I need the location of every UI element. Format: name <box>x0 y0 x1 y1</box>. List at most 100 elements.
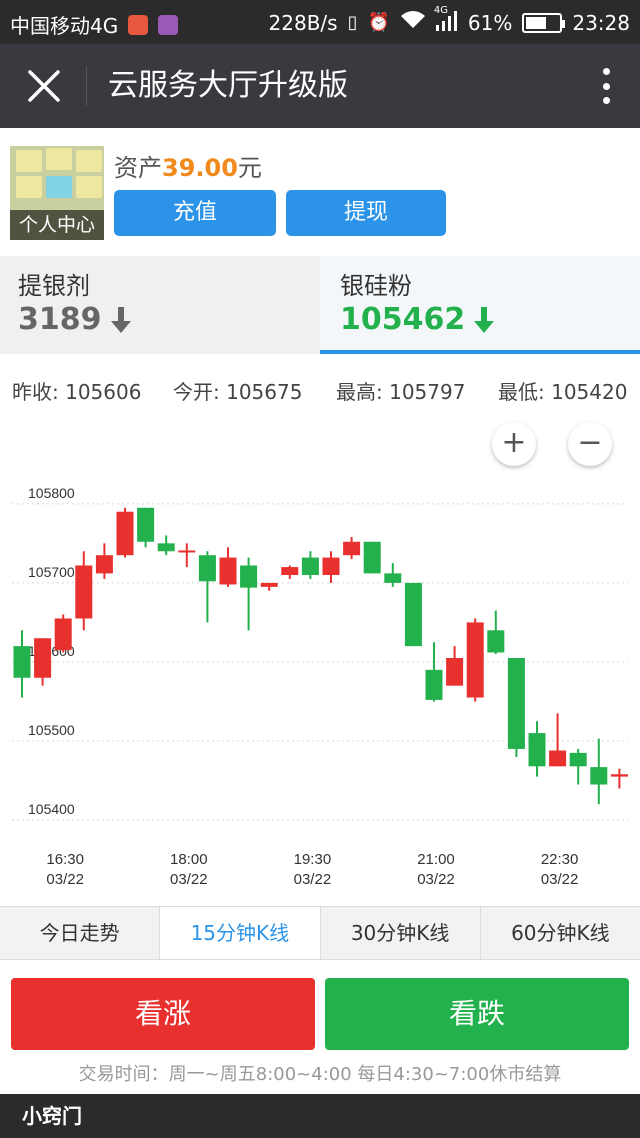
price-stats: 昨收: 105606 今开: 105675 最高: 105797 最低: 105… <box>0 354 640 418</box>
stat-prev-close: 昨收: 105606 <box>12 380 142 404</box>
stat-low: 最低: 105420 <box>498 380 628 404</box>
zoom-out-button[interactable]: − <box>568 422 612 466</box>
zoom-in-button[interactable]: + <box>492 422 536 466</box>
x-tick-time: 22:30 <box>541 851 579 868</box>
candle-body <box>446 658 464 686</box>
candle-body <box>322 557 340 575</box>
candle-body <box>137 507 155 542</box>
status-bar: 中国移动4G 228B/s ▯ ⏰ 4G 61% 23:28 <box>0 0 640 44</box>
asset-unit: 元 <box>237 154 262 182</box>
mail-notification-icon <box>128 14 149 35</box>
candle-body <box>466 622 484 698</box>
x-tick-time: 19:30 <box>294 851 332 868</box>
vibrate-icon: ▯ <box>347 11 358 33</box>
clock: 23:28 <box>572 10 630 35</box>
candle-body <box>569 752 587 767</box>
battery-icon <box>522 12 566 33</box>
avatar-sticky-note <box>76 150 102 172</box>
avatar-caption: 个人中心 <box>10 210 104 240</box>
candle-body <box>34 638 52 678</box>
y-tick-label: 105400 <box>28 801 75 817</box>
product-price: 3189 <box>18 302 132 337</box>
candle-body <box>157 543 175 552</box>
kline-svg: 10580010570010560010550010540016:3003/22… <box>12 485 628 888</box>
title-divider <box>86 66 87 106</box>
brand-label: 小窍门 <box>22 1104 82 1128</box>
product-name: 银硅粉 <box>340 272 412 300</box>
buy-up-button[interactable]: 看涨 <box>11 978 315 1050</box>
y-tick-label: 105800 <box>28 485 75 501</box>
x-tick-date: 03/22 <box>46 871 84 888</box>
x-tick-time: 18:00 <box>170 851 208 868</box>
stat-high: 最高: 105797 <box>336 380 466 404</box>
signal-icon: 4G <box>434 5 458 34</box>
candle-body <box>281 567 299 575</box>
avatar-sticky-note <box>16 176 42 198</box>
wifi-icon <box>400 10 426 35</box>
product-tab-2[interactable]: 银硅粉 105462 <box>320 256 640 354</box>
stat-open: 今开: 105675 <box>173 380 303 404</box>
x-tick-date: 03/22 <box>417 871 455 888</box>
x-tick-date: 03/22 <box>170 871 208 888</box>
bottom-brand-bar: 小窍门 <box>0 1094 640 1138</box>
candle-body <box>384 573 402 583</box>
candle-body <box>116 511 134 556</box>
tab-30min-kline[interactable]: 30分钟K线 <box>320 907 481 959</box>
product-tabs: 提银剂 3189 银硅粉 105462 <box>0 256 640 354</box>
asset-balance: 资产39.00元 <box>114 148 262 183</box>
tab-15min-kline[interactable]: 15分钟K线 <box>160 907 321 959</box>
x-tick-time: 16:30 <box>46 851 84 868</box>
x-tick-date: 03/22 <box>294 871 332 888</box>
avatar-sticky-note <box>76 176 102 198</box>
product-price: 105462 <box>340 302 495 337</box>
x-tick-time: 21:00 <box>417 851 455 868</box>
avatar-sticky-note <box>46 148 72 170</box>
account-panel: 个人中心 资产39.00元 充值 提现 <box>0 128 640 256</box>
candle-body <box>75 565 93 619</box>
candle-body <box>343 541 361 556</box>
title-bar: 云服务大厅升级版 <box>0 44 640 128</box>
avatar[interactable]: 个人中心 <box>10 146 104 240</box>
asset-amount: 39.00 <box>162 154 238 182</box>
x-tick-date: 03/22 <box>541 871 579 888</box>
product-name: 提银剂 <box>18 272 90 300</box>
candle-body <box>240 565 258 588</box>
kline-chart[interactable]: 105800 105700 105600 105500 105400 16:30 03/22… <box>0 418 640 908</box>
buy-down-button[interactable]: 看跌 <box>325 978 629 1050</box>
candle-body <box>54 618 72 651</box>
candle-body <box>363 541 381 574</box>
asset-label: 资产 <box>114 154 162 182</box>
withdraw-button[interactable]: 提现 <box>286 190 446 236</box>
candle-body <box>590 767 608 785</box>
candle-body <box>610 774 628 777</box>
close-icon[interactable] <box>24 64 64 108</box>
period-tabs: 今日走势 15分钟K线 30分钟K线 60分钟K线 <box>0 906 640 960</box>
candle-body <box>13 646 31 678</box>
candle-body <box>178 550 196 553</box>
candle-body <box>95 555 113 574</box>
candle-body <box>301 557 319 575</box>
network-speed: 228B/s <box>268 10 338 35</box>
candle-body <box>219 557 237 585</box>
candle-body <box>260 582 278 587</box>
tab-60min-kline[interactable]: 60分钟K线 <box>480 907 640 959</box>
y-tick-label: 105700 <box>28 564 75 580</box>
arrow-down-icon <box>474 306 495 333</box>
carrier-label: 中国移动4G <box>10 14 119 38</box>
product-tab-1[interactable]: 提银剂 3189 <box>0 256 320 354</box>
y-tick-label: 105500 <box>28 722 75 738</box>
candle-body <box>507 658 525 749</box>
page-title: 云服务大厅升级版 <box>108 68 348 103</box>
candle-body <box>549 750 567 767</box>
arrow-down-icon <box>110 306 131 333</box>
avatar-sticky-note <box>16 150 42 172</box>
candle-body <box>404 582 422 647</box>
tab-today-trend[interactable]: 今日走势 <box>0 907 161 959</box>
more-menu-icon[interactable] <box>602 68 610 104</box>
candle-body <box>425 669 443 700</box>
image-notification-icon <box>158 14 179 35</box>
recharge-button[interactable]: 充值 <box>114 190 276 236</box>
candle-body <box>487 630 505 653</box>
trading-hours: 交易时间：周一~周五8:00~4:00 每日4:30~7:00休市结算 <box>78 1064 562 1085</box>
candle-body <box>198 555 216 582</box>
